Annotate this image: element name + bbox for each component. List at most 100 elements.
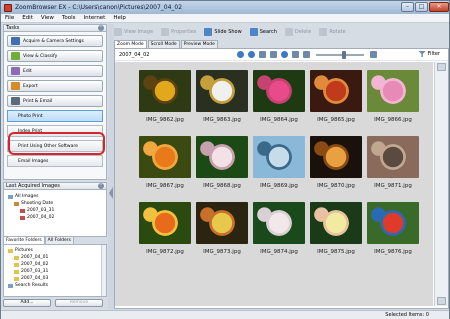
menu-edit[interactable]: Edit bbox=[18, 15, 37, 21]
tree-item-date[interactable]: 2007_04_02 bbox=[8, 214, 102, 221]
view-image-button[interactable]: View Image bbox=[114, 27, 153, 36]
maximize-button[interactable]: □ bbox=[415, 2, 428, 12]
thumbnail-item[interactable]: IMG_9872.jpg bbox=[137, 200, 193, 262]
tree-item-date[interactable]: 2007_03_31 bbox=[8, 207, 102, 214]
thumbnail-caption: IMG_9876.jpg bbox=[374, 249, 412, 255]
thumbnail-image[interactable] bbox=[139, 70, 191, 112]
thumbnail-image[interactable] bbox=[367, 202, 419, 244]
folder-item[interactable]: Pictures bbox=[8, 247, 102, 254]
menu-internet[interactable]: Internet bbox=[80, 15, 110, 21]
tab-zoom-mode[interactable]: Zoom Mode bbox=[114, 40, 147, 48]
thumbnail-image[interactable] bbox=[310, 202, 362, 244]
thumbnail-item[interactable]: IMG_9874.jpg bbox=[251, 200, 307, 262]
thumbnail-image[interactable] bbox=[253, 136, 305, 178]
collapse-icon[interactable]: ⌃ bbox=[98, 25, 104, 31]
slide-show-button[interactable]: Slide Show bbox=[204, 27, 242, 36]
thumbnail-item[interactable]: IMG_9875.jpg bbox=[308, 200, 364, 262]
task-export-button[interactable]: Export bbox=[7, 80, 103, 92]
add-button[interactable]: Add... bbox=[3, 299, 51, 307]
folder-icon bbox=[14, 262, 19, 267]
thumbnail-image[interactable] bbox=[139, 202, 191, 244]
rotate-icon bbox=[319, 27, 328, 36]
filter-icon bbox=[418, 51, 426, 57]
thumbnail-scrollbar[interactable] bbox=[434, 62, 448, 306]
toolbar-label: Search bbox=[259, 28, 277, 35]
thumbnail-item[interactable]: IMG_9866.jpg bbox=[365, 68, 421, 130]
menu-help[interactable]: Help bbox=[109, 15, 130, 21]
thumbnail-item[interactable]: IMG_9869.jpg bbox=[251, 134, 307, 196]
minimize-button[interactable]: – bbox=[401, 2, 414, 12]
folder-item[interactable]: 2007_04_01 bbox=[8, 254, 102, 261]
folder-item[interactable]: Search Results bbox=[8, 282, 102, 289]
forward-icon[interactable] bbox=[248, 51, 255, 58]
task-label: Acquire & Camera Settings bbox=[23, 38, 84, 44]
tasks-panel: Acquire & Camera Settings View & Classif… bbox=[3, 32, 107, 180]
thumbnail-image[interactable] bbox=[367, 70, 419, 112]
tab-all-folders[interactable]: All Folders bbox=[44, 236, 74, 244]
favorites-scrollbar[interactable] bbox=[101, 245, 106, 296]
folder-item[interactable]: 2007_04_03 bbox=[8, 275, 102, 282]
delete-button[interactable]: Delete bbox=[284, 27, 311, 36]
menu-file[interactable]: File bbox=[1, 15, 18, 21]
thumbnail-caption: IMG_9874.jpg bbox=[260, 249, 298, 255]
task-print-email-button[interactable]: Print & Email bbox=[7, 95, 103, 107]
rotate-button[interactable]: Rotate bbox=[319, 27, 346, 36]
collapse-arrow-icon[interactable] bbox=[109, 187, 113, 199]
thumbnail-image[interactable] bbox=[253, 202, 305, 244]
fit-icon[interactable] bbox=[303, 51, 310, 58]
collapse-icon[interactable]: ⌃ bbox=[98, 183, 104, 189]
search-icon bbox=[8, 283, 13, 288]
favorites-buttons: Add... Remove bbox=[3, 299, 107, 307]
scroll-up-icon[interactable] bbox=[437, 63, 446, 71]
tree-item-shooting-date[interactable]: Shooting Date bbox=[8, 200, 102, 207]
menu-view[interactable]: View bbox=[37, 15, 58, 21]
thumbnail-item[interactable]: IMG_9871.jpg bbox=[365, 134, 421, 196]
zoom-in-icon[interactable] bbox=[370, 51, 377, 58]
thumbnail-item[interactable]: IMG_9868.jpg bbox=[194, 134, 250, 196]
thumbnail-item[interactable]: IMG_9865.jpg bbox=[308, 68, 364, 130]
thumbnail-item[interactable]: IMG_9863.jpg bbox=[194, 68, 250, 130]
folder-icon bbox=[14, 255, 19, 260]
thumbnail-image[interactable] bbox=[139, 136, 191, 178]
folder-label: 2007_04_02 bbox=[21, 262, 49, 267]
search-button[interactable]: Search bbox=[249, 27, 277, 36]
properties-button[interactable]: Properties bbox=[161, 27, 196, 36]
select-icon[interactable] bbox=[259, 51, 266, 58]
back-icon[interactable] bbox=[237, 51, 244, 58]
thumbnail-item[interactable]: IMG_9873.jpg bbox=[194, 200, 250, 262]
thumbnail-image[interactable] bbox=[196, 136, 248, 178]
menu-tools[interactable]: Tools bbox=[58, 15, 80, 21]
thumbnail-item[interactable]: IMG_9864.jpg bbox=[251, 68, 307, 130]
tab-preview-mode[interactable]: Preview Mode bbox=[180, 40, 218, 48]
thumbnail-image[interactable] bbox=[253, 70, 305, 112]
zoom-slider-knob[interactable] bbox=[342, 50, 346, 59]
thumbnail-image[interactable] bbox=[310, 70, 362, 112]
tab-scroll-mode[interactable]: Scroll Mode bbox=[147, 40, 180, 48]
tab-favorite-folders[interactable]: Favorite Folders bbox=[3, 236, 45, 244]
zoom-slider[interactable] bbox=[316, 50, 364, 59]
thumbnail-image[interactable] bbox=[310, 136, 362, 178]
thumbnail-image[interactable] bbox=[196, 202, 248, 244]
thumbnail-image[interactable] bbox=[367, 136, 419, 178]
thumbnail-item[interactable]: IMG_9862.jpg bbox=[137, 68, 193, 130]
thumbnail-item[interactable]: IMG_9867.jpg bbox=[137, 134, 193, 196]
filter-button[interactable]: Filter bbox=[418, 51, 440, 57]
scroll-down-icon[interactable] bbox=[437, 297, 446, 305]
folder-item[interactable]: 2007_03_31 bbox=[8, 268, 102, 275]
remove-button[interactable]: Remove bbox=[55, 299, 103, 307]
sort-icon[interactable] bbox=[270, 51, 277, 58]
tree-item-all-images[interactable]: All Images bbox=[8, 193, 102, 200]
thumbnail-image[interactable] bbox=[196, 70, 248, 112]
email-images-button[interactable]: Email Images bbox=[7, 155, 103, 167]
info-icon[interactable] bbox=[281, 51, 288, 58]
thumbnail-item[interactable]: IMG_9870.jpg bbox=[308, 134, 364, 196]
thumbnail-item[interactable]: IMG_9876.jpg bbox=[365, 200, 421, 262]
task-view-classify-button[interactable]: View & Classify bbox=[7, 50, 103, 62]
task-edit-button[interactable]: Edit bbox=[7, 65, 103, 77]
zoom-out-icon[interactable] bbox=[292, 51, 299, 58]
task-acquire-button[interactable]: Acquire & Camera Settings bbox=[7, 35, 103, 47]
folder-item[interactable]: 2007_04_02 bbox=[8, 261, 102, 268]
close-button[interactable]: ✕ bbox=[429, 2, 449, 12]
photo-print-button[interactable]: Photo Print bbox=[7, 110, 103, 122]
edit-icon bbox=[11, 67, 20, 75]
